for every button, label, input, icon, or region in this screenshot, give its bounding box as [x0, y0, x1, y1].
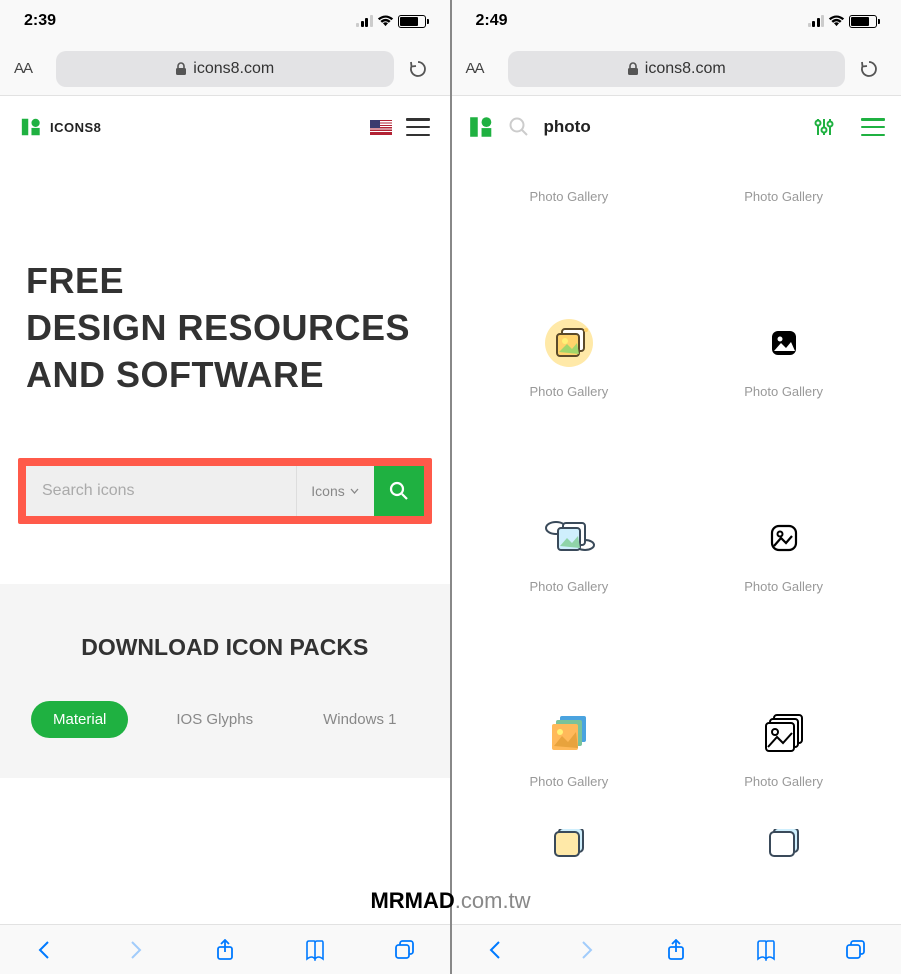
- tab-material[interactable]: Material: [31, 701, 128, 738]
- result-label: Photo Gallery: [744, 189, 823, 204]
- status-bar: 2:49: [452, 0, 901, 42]
- logo-icon: [20, 116, 42, 138]
- safari-toolbar: [0, 924, 450, 974]
- url-field[interactable]: icons8.com: [508, 51, 846, 87]
- logo[interactable]: ICONS8: [20, 116, 101, 138]
- url-text: icons8.com: [645, 60, 726, 78]
- hero-title: FREE DESIGN RESOURCES AND SOFTWARE: [26, 258, 424, 398]
- download-title: DOWNLOAD ICON PACKS: [0, 634, 450, 661]
- bookmarks-button[interactable]: [304, 939, 326, 961]
- photo-gallery-icon: [548, 712, 590, 754]
- site-header: photo: [452, 96, 901, 158]
- share-button[interactable]: [214, 939, 236, 961]
- text-size-button[interactable]: AA: [14, 60, 50, 77]
- search-query-input[interactable]: photo: [544, 117, 800, 137]
- search-input[interactable]: Search icons: [26, 466, 296, 516]
- result-label: Photo Gallery: [529, 189, 608, 204]
- status-icons: [808, 15, 878, 28]
- result-label: Photo Gallery: [744, 579, 823, 594]
- photo-gallery-icon: [549, 829, 589, 859]
- photo-gallery-icon: [541, 513, 597, 563]
- lock-icon: [627, 62, 639, 76]
- signal-icon: [356, 15, 373, 27]
- result-label: Photo Gallery: [529, 384, 608, 399]
- download-section: DOWNLOAD ICON PACKS Material IOS Glyphs …: [0, 584, 450, 778]
- filter-button[interactable]: [813, 116, 835, 138]
- nav-forward-button[interactable]: [575, 939, 597, 961]
- share-button[interactable]: [665, 939, 687, 961]
- result-item[interactable]: Photo Gallery: [462, 158, 677, 218]
- reload-button[interactable]: [400, 59, 436, 79]
- photo-gallery-icon: [542, 316, 596, 370]
- tab-ios-glyphs[interactable]: IOS Glyphs: [154, 701, 275, 738]
- site-header: ICONS8: [0, 96, 450, 158]
- result-item[interactable]: Photo Gallery: [462, 608, 677, 803]
- text-size-button[interactable]: AA: [466, 60, 502, 77]
- search-category-dropdown[interactable]: Icons: [296, 466, 374, 516]
- result-item[interactable]: Photo Gallery: [676, 158, 891, 218]
- result-label: Photo Gallery: [744, 384, 823, 399]
- menu-button[interactable]: [861, 118, 885, 136]
- search-highlight-annotation: Search icons Icons: [18, 458, 432, 524]
- tabs-button[interactable]: [845, 939, 867, 961]
- result-item[interactable]: Photo Gallery: [462, 218, 677, 413]
- search-icon: [388, 480, 410, 502]
- battery-icon: [849, 15, 877, 28]
- results-grid: Photo Gallery Photo Gallery Photo Galler…: [452, 158, 901, 974]
- nav-back-button[interactable]: [34, 939, 56, 961]
- battery-icon: [398, 15, 426, 28]
- pack-tabs: Material IOS Glyphs Windows 1: [0, 701, 450, 738]
- photo-gallery-icon: [762, 711, 806, 755]
- wifi-icon: [377, 15, 394, 27]
- safari-toolbar: [452, 924, 901, 974]
- tabs-button[interactable]: [394, 939, 416, 961]
- result-item[interactable]: Photo Gallery: [676, 218, 891, 413]
- result-label: Photo Gallery: [529, 579, 608, 594]
- photo-gallery-icon: [764, 829, 804, 859]
- nav-forward-button[interactable]: [124, 939, 146, 961]
- status-time: 2:39: [24, 12, 56, 30]
- tab-windows[interactable]: Windows 1: [301, 701, 418, 738]
- search-icon[interactable]: [508, 116, 530, 138]
- photo-gallery-icon: [771, 330, 797, 356]
- search-box: Search icons Icons: [26, 466, 424, 516]
- result-item[interactable]: [676, 803, 891, 873]
- result-item[interactable]: Photo Gallery: [462, 413, 677, 608]
- wifi-icon: [828, 15, 845, 27]
- bookmarks-button[interactable]: [755, 939, 777, 961]
- chevron-down-icon: [350, 488, 359, 494]
- result-item[interactable]: [462, 803, 677, 873]
- status-icons: [356, 15, 426, 28]
- result-label: Photo Gallery: [529, 774, 608, 789]
- result-item[interactable]: Photo Gallery: [676, 413, 891, 608]
- result-label: Photo Gallery: [744, 774, 823, 789]
- logo-icon[interactable]: [468, 114, 494, 140]
- status-time: 2:49: [476, 12, 508, 30]
- lock-icon: [175, 62, 187, 76]
- result-item[interactable]: Photo Gallery: [676, 608, 891, 803]
- logo-text: ICONS8: [50, 120, 101, 135]
- hero: FREE DESIGN RESOURCES AND SOFTWARE: [0, 158, 450, 428]
- signal-icon: [808, 15, 825, 27]
- address-bar: AA icons8.com: [0, 42, 450, 96]
- reload-button[interactable]: [851, 59, 887, 79]
- flag-us-icon[interactable]: [370, 120, 392, 135]
- status-bar: 2:39: [0, 0, 450, 42]
- watermark: MRMAD.com.tw: [370, 888, 530, 914]
- url-field[interactable]: icons8.com: [56, 51, 394, 87]
- url-text: icons8.com: [193, 60, 274, 78]
- search-button[interactable]: [374, 466, 424, 516]
- nav-back-button[interactable]: [485, 939, 507, 961]
- menu-button[interactable]: [406, 118, 430, 136]
- address-bar: AA icons8.com: [452, 42, 901, 96]
- photo-gallery-icon: [770, 524, 798, 552]
